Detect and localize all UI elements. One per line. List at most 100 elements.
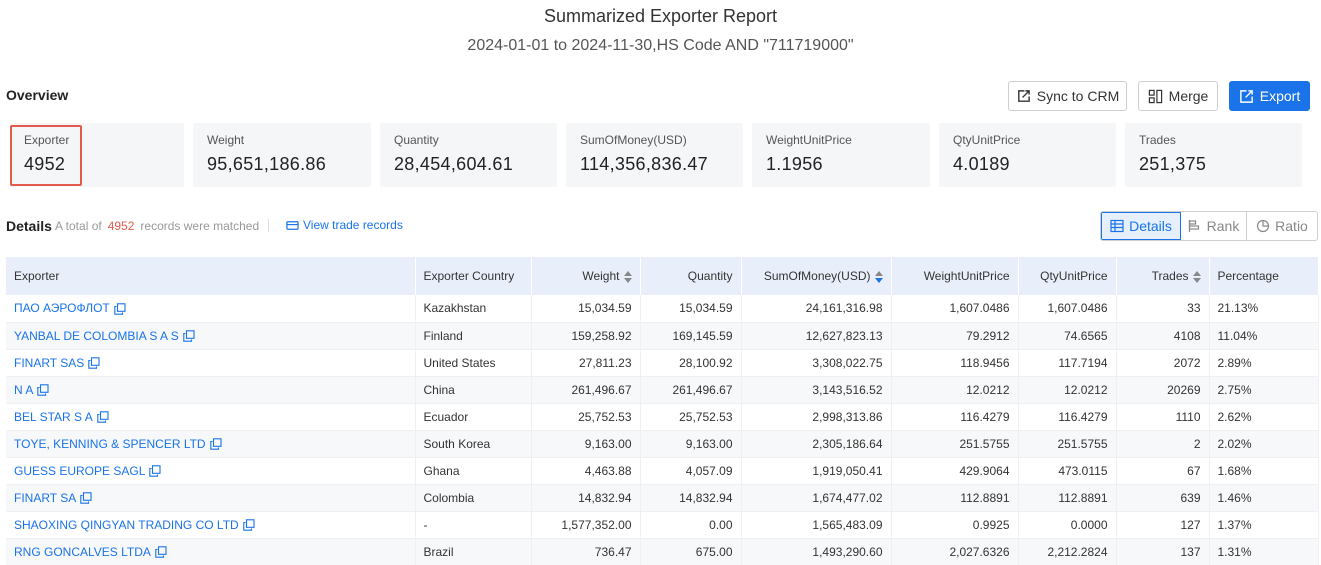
tab-details[interactable]: Details (1101, 212, 1181, 240)
cell-qty-unit-price: 2,212.2824 (1018, 538, 1117, 565)
table-row: BEL STAR S A Ecuador 25,752.53 25,752.53 2,9… (6, 403, 1319, 431)
cell-sum-of-money: 2,305,186.64 (741, 430, 892, 458)
exporter-link[interactable]: FINART SAS (14, 356, 84, 370)
divider (268, 219, 269, 232)
cell-qty-unit-price: 251.5755 (1018, 430, 1117, 458)
stat-label: SumOfMoney(USD) (580, 133, 687, 147)
cell-weight: 736.47 (531, 538, 641, 565)
copy-icon[interactable] (96, 411, 109, 424)
export-icon (1239, 89, 1253, 103)
stat-qty-unit-price: QtyUnitPrice 4.0189 (939, 123, 1116, 187)
cell-qty-unit-price: 0.0000 (1018, 511, 1117, 539)
cell-weight-unit-price: 2,027.6326 (891, 538, 1019, 565)
cell-quantity: 0.00 (640, 511, 742, 539)
tab-details-label: Details (1129, 218, 1172, 234)
column-header-weight[interactable]: Weight (531, 257, 641, 295)
pie-icon (1257, 219, 1270, 233)
stat-label: Weight (207, 133, 245, 147)
copy-icon[interactable] (209, 438, 222, 451)
sync-to-crm-button[interactable]: Sync to CRM (1008, 81, 1127, 111)
table-row: FINART SA Colombia 14,832.94 14,832.94 1,674… (6, 484, 1319, 512)
exporter-link[interactable]: BEL STAR S A (14, 410, 93, 424)
cell-country: - (415, 511, 532, 539)
cell-qty-unit-price: 112.8891 (1018, 484, 1117, 512)
stat-exporter: Exporter 4952 (10, 123, 184, 187)
column-header-trades[interactable]: Trades (1116, 257, 1210, 295)
stat-trades: Trades 251,375 (1125, 123, 1302, 187)
tab-ratio-label: Ratio (1275, 218, 1308, 234)
column-header-label: Trades (1151, 269, 1189, 283)
copy-icon[interactable] (182, 330, 195, 343)
sort-icon[interactable] (874, 270, 883, 283)
stat-value: 1.1956 (766, 154, 823, 174)
cell-weight-unit-price: 79.2912 (891, 322, 1019, 350)
cell-country: United States (415, 349, 532, 377)
cell-exporter: N A (6, 376, 416, 404)
cell-quantity: 15,034.59 (640, 295, 742, 323)
cell-weight: 261,496.67 (531, 376, 641, 404)
cell-quantity: 25,752.53 (640, 403, 742, 431)
stat-label: Trades (1139, 133, 1176, 147)
copy-icon[interactable] (155, 546, 167, 559)
copy-icon[interactable] (114, 303, 126, 315)
records-count: 4952 (107, 219, 135, 233)
cell-quantity: 28,100.92 (640, 349, 742, 377)
cell-trades: 20269 (1116, 376, 1210, 404)
copy-icon[interactable] (149, 465, 161, 478)
exporter-link[interactable]: ПАО АЭРОФЛОТ (14, 301, 110, 315)
sort-icon[interactable] (623, 270, 632, 283)
copy-icon[interactable] (88, 357, 100, 370)
cell-weight-unit-price: 112.8891 (891, 484, 1019, 512)
copy-icon[interactable] (80, 492, 92, 505)
exporter-link[interactable]: GUESS EUROPE SAGL (14, 464, 145, 478)
cell-exporter: ПАО АЭРОФЛОТ (6, 295, 416, 323)
cell-exporter: BEL STAR S A (6, 403, 416, 431)
cell-trades: 639 (1116, 484, 1210, 512)
export-button[interactable]: Export (1229, 81, 1310, 111)
tab-rank[interactable]: Rank (1181, 212, 1247, 240)
cell-weight: 25,752.53 (531, 403, 641, 431)
cell-weight: 14,832.94 (531, 484, 641, 512)
exporter-link[interactable]: TOYE, KENNING & SPENCER LTD (14, 437, 206, 451)
exporter-link[interactable]: YANBAL DE COLOMBIA S A S (14, 329, 179, 343)
cell-percentage: 11.04% (1209, 322, 1319, 350)
stat-label: Exporter (24, 133, 70, 147)
copy-icon[interactable] (37, 384, 49, 397)
stat-weight: Weight 95,651,186.86 (193, 123, 371, 187)
table-row: SHAOXING QINGYAN TRADING CO LTD -1,577,35… (6, 511, 1319, 539)
column-header-label: Weight (582, 269, 620, 283)
exporter-link[interactable]: SHAOXING QINGYAN TRADING CO LTD (14, 518, 239, 532)
view-trade-records-link[interactable]: View trade records (286, 218, 403, 232)
cell-qty-unit-price: 117.7194 (1018, 349, 1117, 377)
exporter-table: Exporter Exporter Country Weight Quantit… (6, 257, 1319, 565)
cell-qty-unit-price: 12.0212 (1018, 376, 1117, 404)
stat-sum-of-money: SumOfMoney(USD) 114,356,836.47 (566, 123, 743, 187)
cell-sum-of-money: 3,143,516.52 (741, 376, 892, 404)
exporter-link[interactable]: RNG GONCALVES LTDA (14, 545, 151, 559)
cell-quantity: 4,057.09 (640, 457, 742, 485)
cell-trades: 2072 (1116, 349, 1210, 377)
cell-exporter: RNG GONCALVES LTDA (6, 538, 416, 565)
tab-ratio[interactable]: Ratio (1247, 212, 1317, 240)
merge-button[interactable]: Merge (1138, 81, 1218, 111)
cell-percentage: 2.75% (1209, 376, 1319, 404)
cell-exporter: GUESS EUROPE SAGL (6, 457, 416, 485)
stat-label: Quantity (394, 133, 439, 147)
cell-exporter: FINART SA (6, 484, 416, 512)
cell-weight: 27,811.23 (531, 349, 641, 377)
cell-sum-of-money: 12,627,823.13 (741, 322, 892, 350)
exporter-link[interactable]: N A (14, 383, 33, 397)
cell-weight: 159,258.92 (531, 322, 641, 350)
table-row: YANBAL DE COLOMBIA S A S Finland 159,258.9… (6, 322, 1319, 350)
cell-trades: 1110 (1116, 403, 1210, 431)
table-row: GUESS EUROPE SAGL Ghana 4,463.88 4,057.09 1,… (6, 457, 1319, 485)
column-header-sum-of-money[interactable]: SumOfMoney(USD) (741, 257, 892, 295)
exporter-link[interactable]: FINART SA (14, 491, 76, 505)
copy-icon[interactable] (242, 519, 255, 532)
view-toggle: Details Rank Ratio (1100, 211, 1318, 241)
overview-heading: Overview (6, 87, 69, 103)
table-row: FINART SAS United States 27,811.23 28,100.9… (6, 349, 1319, 377)
cell-weight: 1,577,352.00 (531, 511, 641, 539)
cell-exporter: TOYE, KENNING & SPENCER LTD (6, 430, 416, 458)
sort-icon[interactable] (1192, 270, 1201, 283)
